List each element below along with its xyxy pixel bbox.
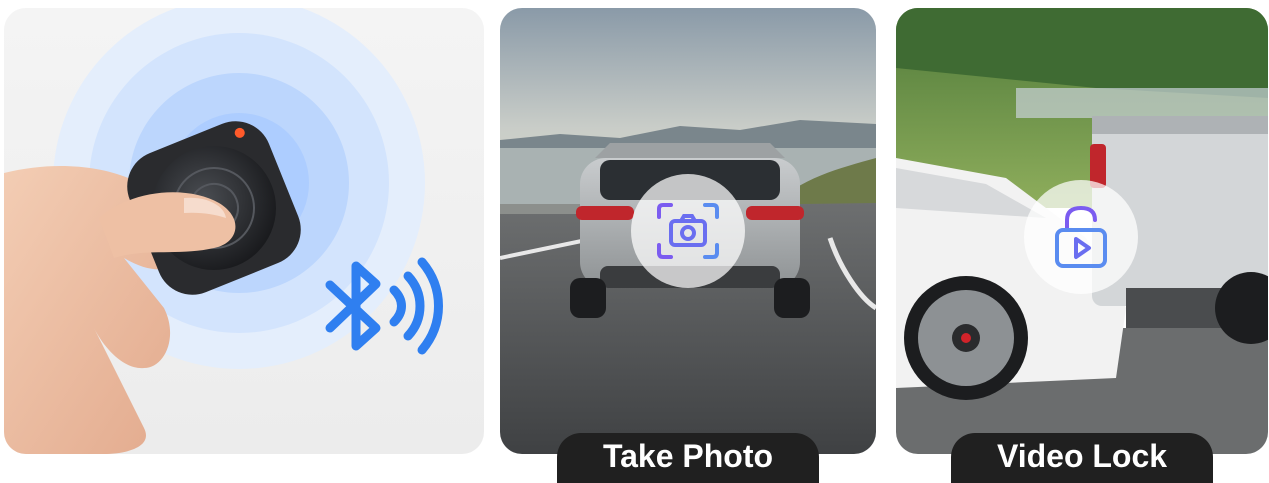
camera-scan-icon bbox=[657, 203, 719, 259]
video-lock-panel bbox=[896, 8, 1268, 454]
take-photo-panel bbox=[500, 8, 876, 454]
video-lock-label: Video Lock bbox=[951, 433, 1213, 483]
remote-panel bbox=[4, 8, 484, 454]
video-lock-icon bbox=[1055, 206, 1107, 268]
camera-icon-badge bbox=[631, 174, 745, 288]
take-photo-label: Take Photo bbox=[557, 433, 819, 483]
remote-illustration bbox=[4, 8, 443, 454]
lock-icon-badge bbox=[1024, 180, 1138, 294]
